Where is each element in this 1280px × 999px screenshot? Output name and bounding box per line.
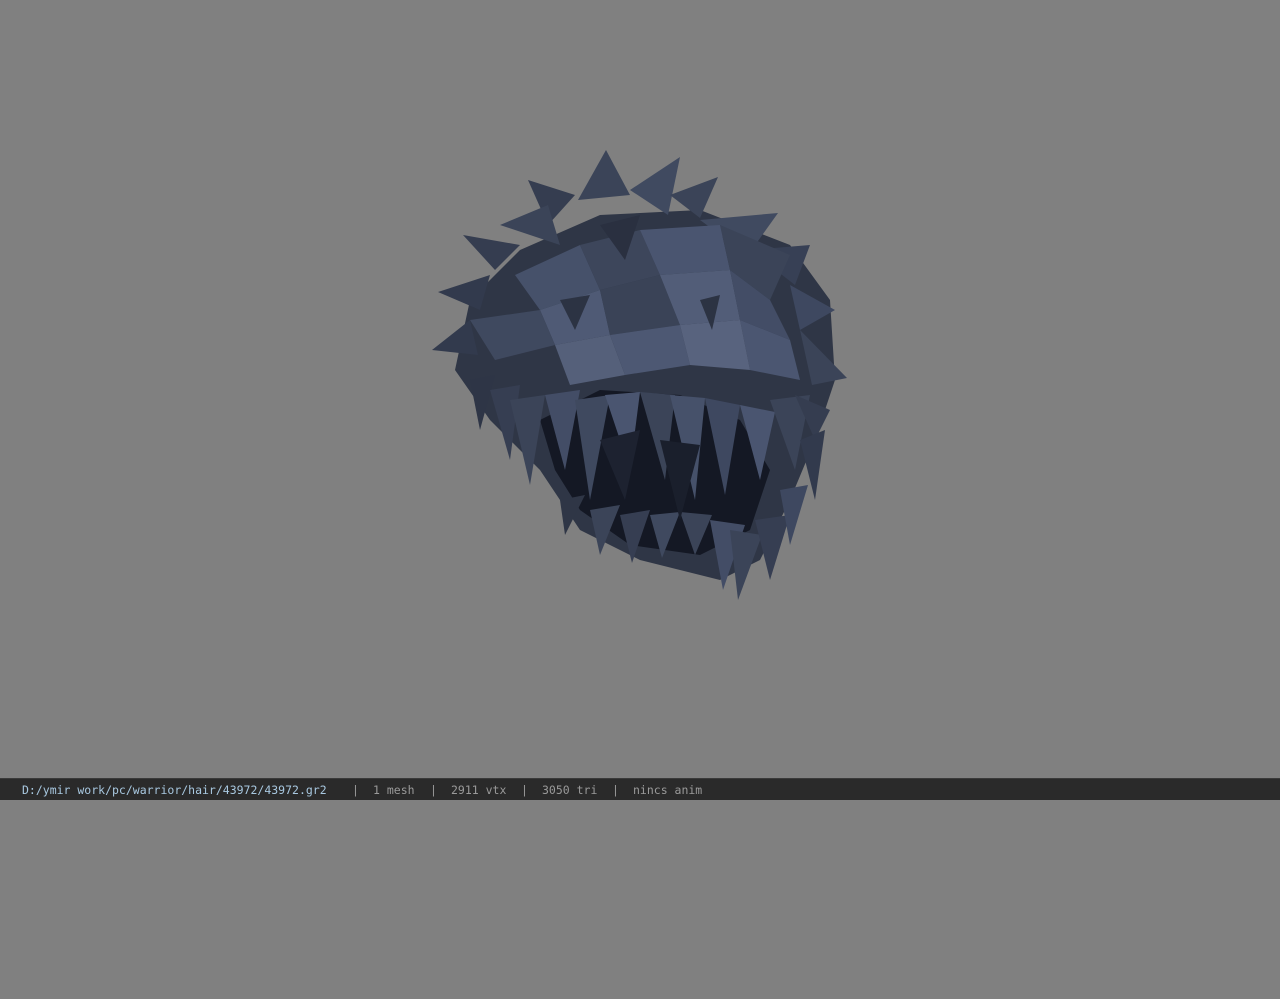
file-path-label: D:/ymir work/pc/warrior/hair/43972/43972…: [22, 783, 327, 797]
status-separator: |: [352, 783, 359, 797]
hair-model-render: [432, 150, 847, 600]
status-separator: |: [521, 783, 528, 797]
status-separator: |: [430, 783, 437, 797]
status-separator: |: [612, 783, 619, 797]
mesh-count-label: 1 mesh: [373, 783, 415, 797]
3d-viewport[interactable]: [0, 0, 1280, 778]
animation-status-label: nincs anim: [633, 783, 703, 797]
status-bar: D:/ymir work/pc/warrior/hair/43972/43972…: [0, 778, 1280, 800]
vertex-count-label: 2911 vtx: [451, 783, 507, 797]
triangle-count-label: 3050 tri: [542, 783, 598, 797]
hair-mesh: [432, 150, 847, 600]
